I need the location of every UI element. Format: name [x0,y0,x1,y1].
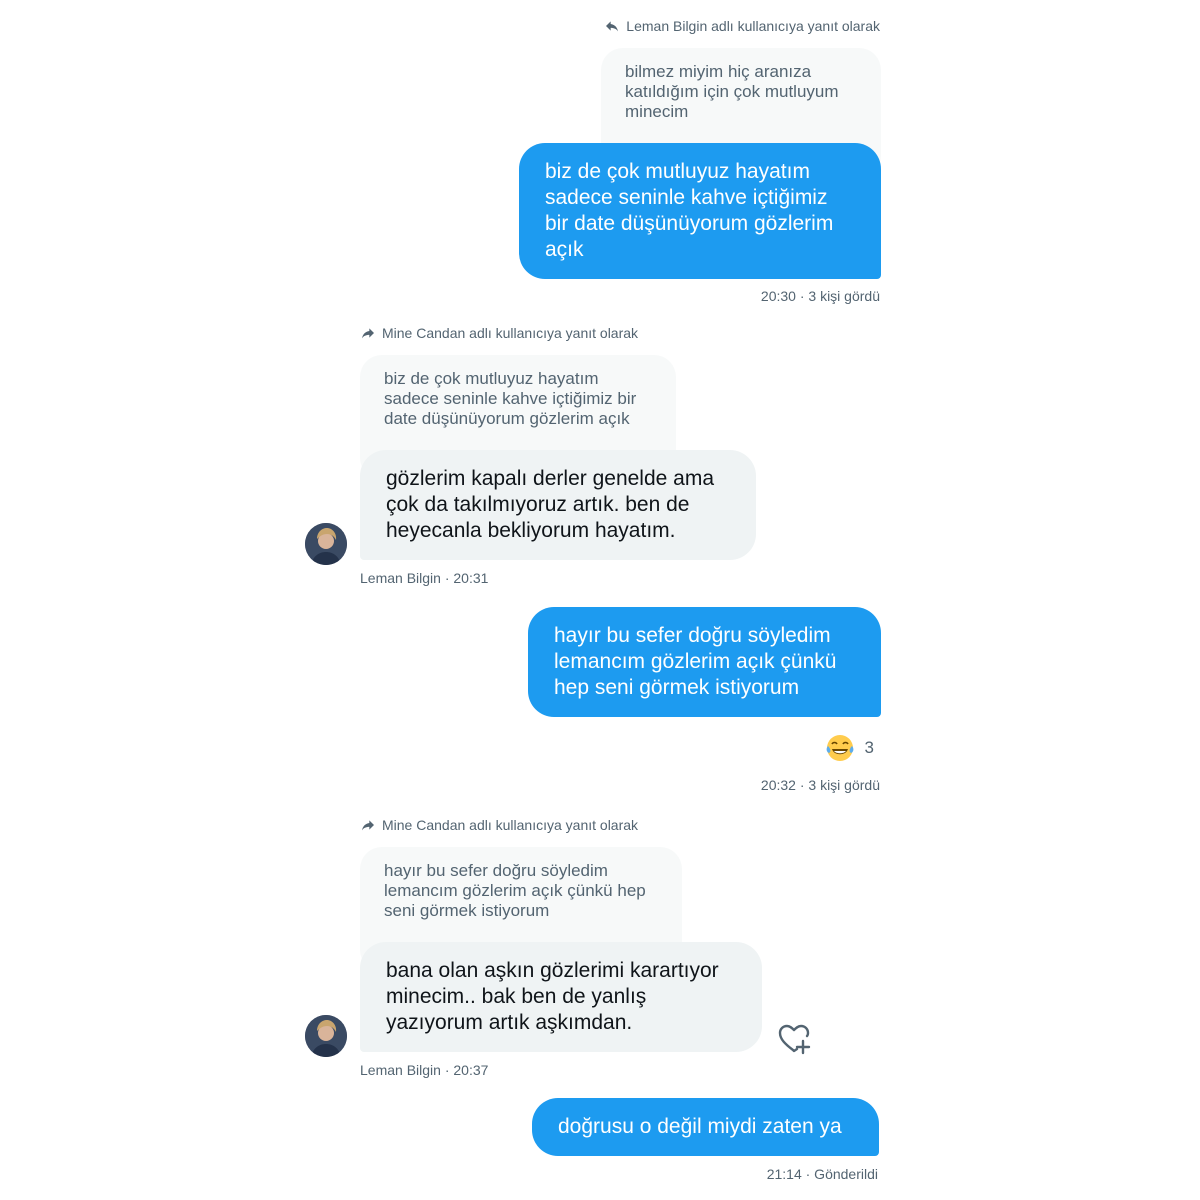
heart-plus-icon [778,1024,811,1055]
message-reaction[interactable]: 3 [825,733,874,763]
reply-context-label: Mine Candan adlı kullanıcıya yanıt olara… [382,325,639,341]
forward-arrow-icon [362,328,374,339]
reply-context-1[interactable]: Leman Bilgin adlı kullanıcıya yanıt olar… [604,18,880,34]
laughing-tears-emoji-icon [826,735,853,761]
forward-arrow-icon [362,820,374,831]
message-meta-3: 20:32 · 3 kişi gördü [760,777,880,793]
reply-context-label: Mine Candan adlı kullanıcıya yanıt olara… [382,817,639,833]
avatar-image [305,523,347,565]
add-reaction-button[interactable] [777,1022,811,1061]
message-meta-2: Leman Bilgin · 20:31 [360,570,489,586]
reply-context-4[interactable]: Mine Candan adlı kullanıcıya yanıt olara… [360,817,638,833]
message-meta-4: Leman Bilgin · 20:37 [360,1062,489,1078]
avatar[interactable] [305,523,347,565]
message-bubble-incoming-4[interactable]: bana olan aşkın gözlerimi karartıyor min… [360,942,762,1052]
reply-context-2[interactable]: Mine Candan adlı kullanıcıya yanıt olara… [360,325,638,341]
message-meta-1: 20:30 · 3 kişi gördü [760,288,880,304]
message-meta-5: 21:14 · Gönderildi [766,1166,878,1182]
message-bubble-incoming-2[interactable]: gözlerim kapalı derler genelde ama çok d… [360,450,756,560]
avatar-image [305,1015,347,1057]
message-bubble-outgoing-5[interactable]: doğrusu o değil miydi zaten ya [532,1098,879,1156]
avatar[interactable] [305,1015,347,1057]
message-bubble-outgoing-3[interactable]: hayır bu sefer doğru söyledim lemancım g… [528,607,881,717]
reaction-count: 3 [864,738,874,757]
reply-context-label: Leman Bilgin adlı kullanıcıya yanıt olar… [626,18,880,34]
message-bubble-outgoing-1[interactable]: biz de çok mutluyuz hayatım sadece senin… [519,143,881,279]
reply-arrow-icon [606,21,619,32]
